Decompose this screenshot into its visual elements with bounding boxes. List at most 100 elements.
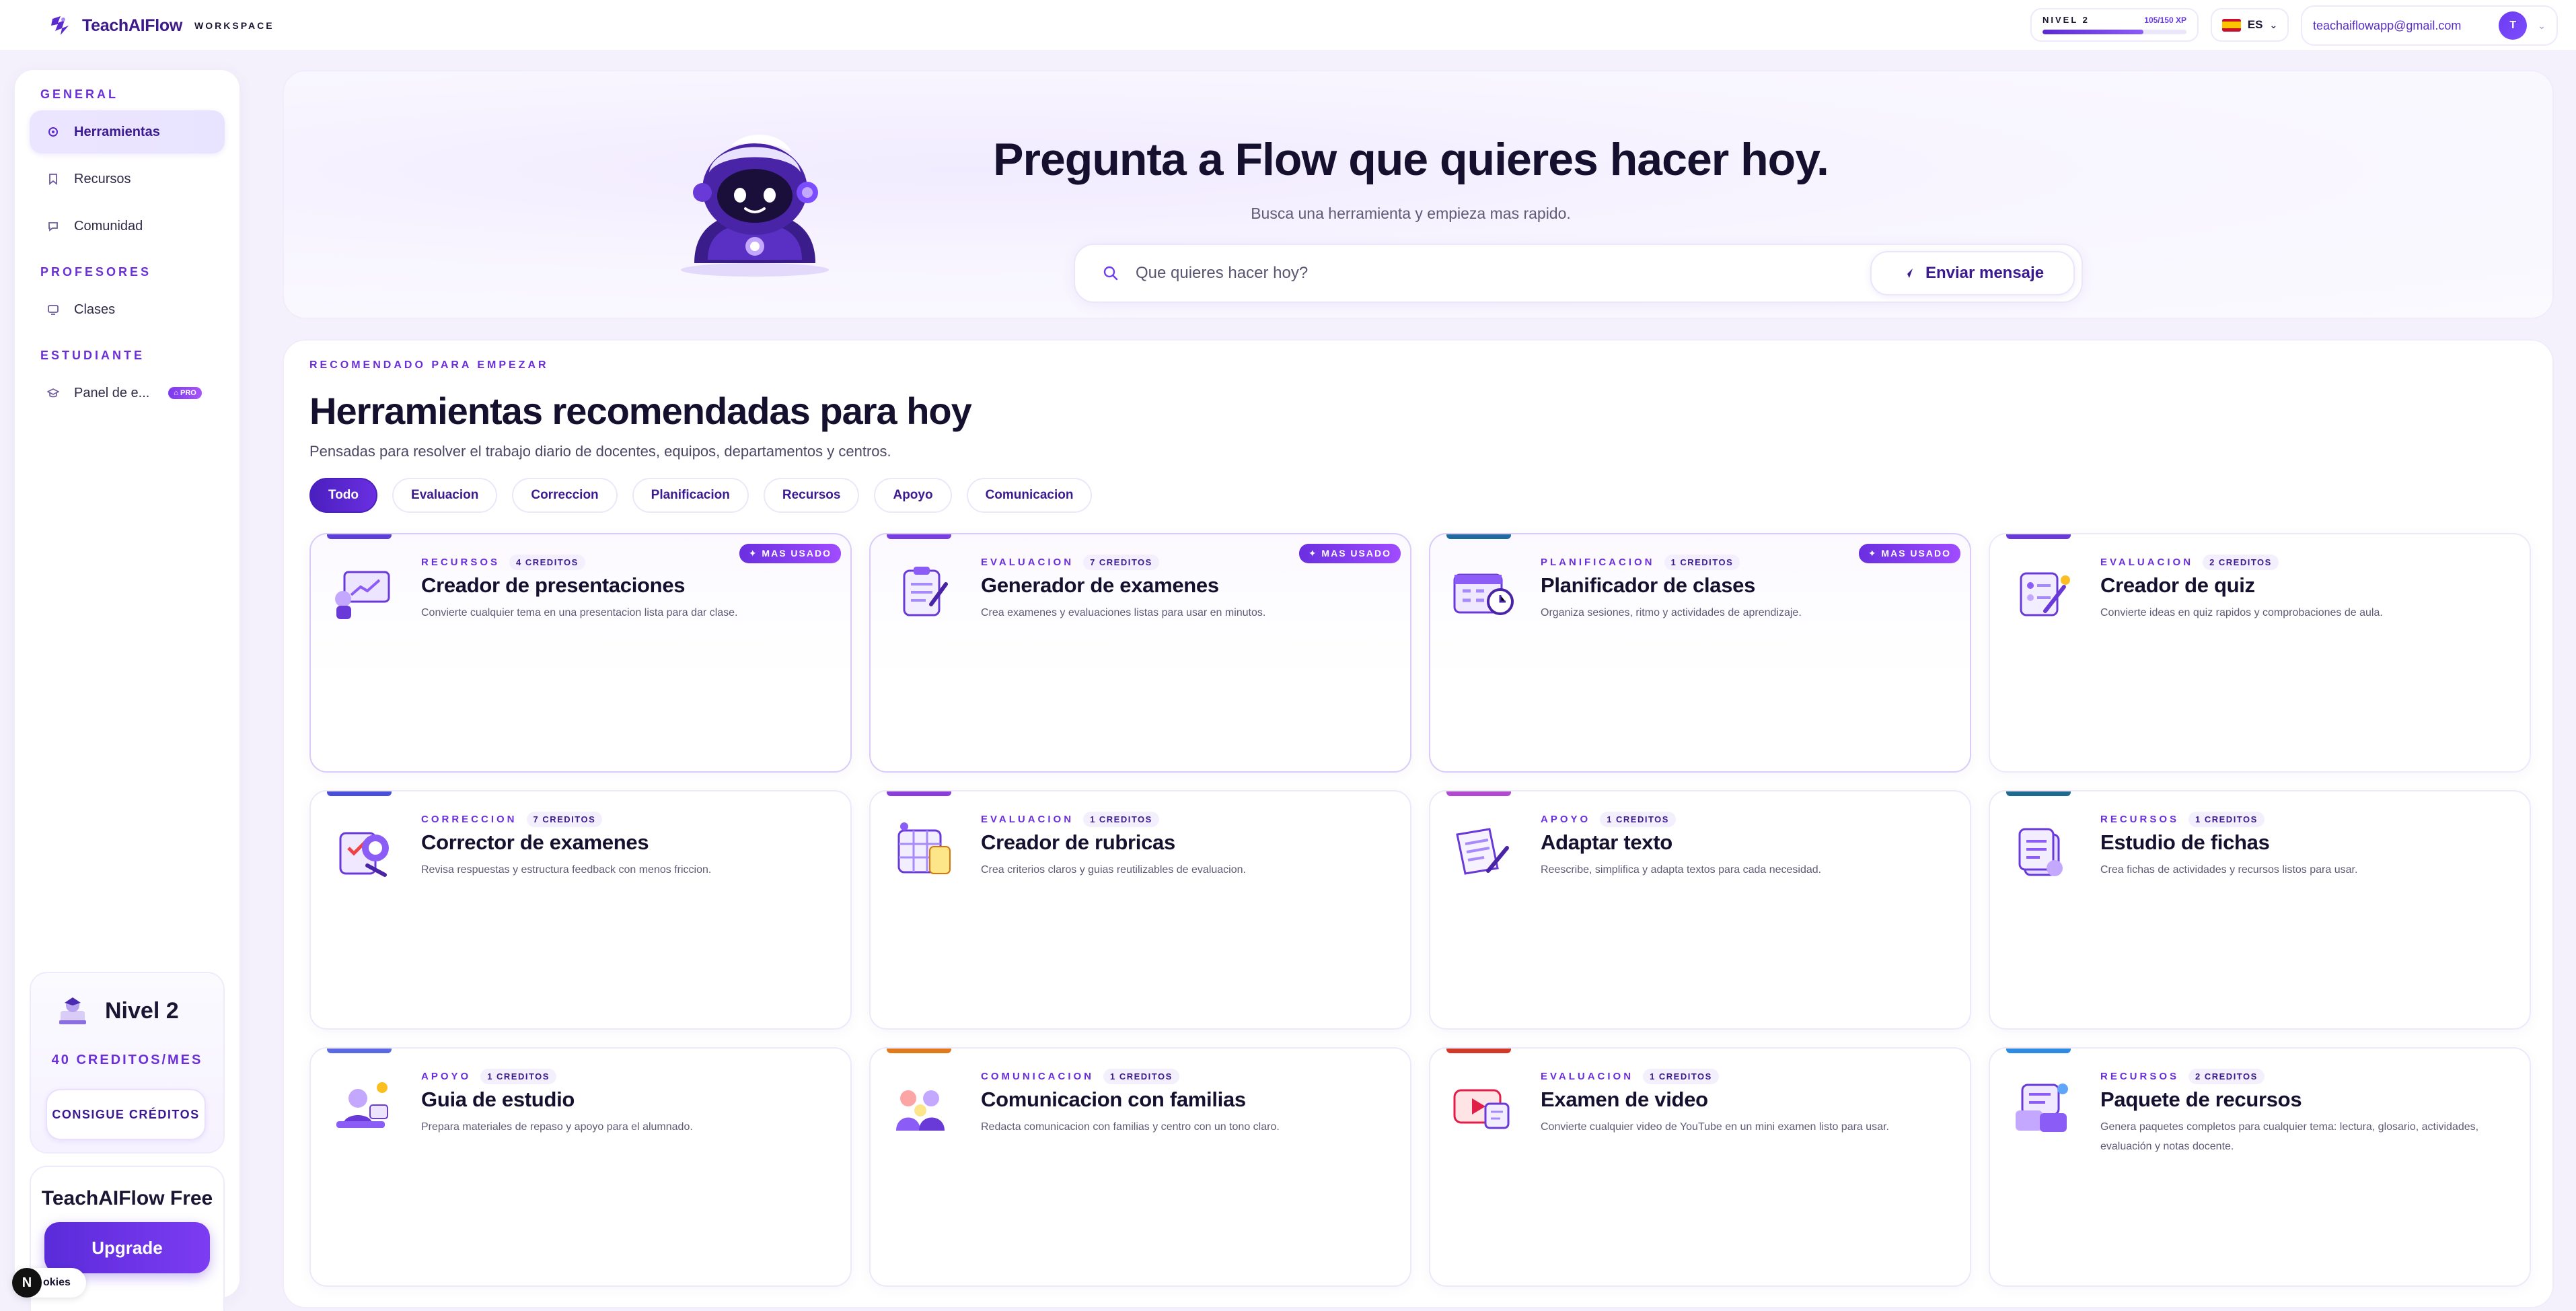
card-description: Reescribe, simplifica y adapta textos pa… (1541, 864, 1822, 876)
filter-chip-recursos[interactable]: Recursos (763, 478, 860, 513)
cookies-button[interactable]: N okies (12, 1268, 86, 1298)
card-credits: 7 CREDITOS (526, 812, 603, 827)
card-accent-bar (2006, 791, 2071, 796)
xp-progress-track (2043, 30, 2186, 34)
card-meta: EVALUACION 2 CREDITOS (2100, 555, 2279, 570)
card-category: EVALUACION (1541, 1071, 1634, 1082)
tool-card[interactable]: RECURSOS 4 CREDITOS Creador de presentacio… (309, 533, 852, 773)
section-label-profesores: PROFESORES (40, 265, 152, 279)
card-title: Corrector de examenes (421, 830, 649, 854)
card-credits: 1 CREDITOS (1664, 555, 1740, 570)
card-category: APOYO (421, 1071, 472, 1082)
card-meta: RECURSOS 2 CREDITOS (2100, 1069, 2265, 1084)
presentation-icon (335, 571, 390, 619)
card-accent-bar (887, 1049, 951, 1053)
graduation-cap-icon (47, 387, 59, 399)
card-accent-bar (327, 534, 392, 539)
filter-chip-correccion[interactable]: Correccion (512, 478, 618, 513)
most-used-badge: ✦ MAS USADO (1298, 544, 1401, 563)
card-accent-bar (887, 534, 951, 539)
sidebar-item-clases[interactable]: Clases (30, 288, 225, 331)
tool-card[interactable]: EVALUACION 1 CREDITOS Examen de video Convi… (1429, 1047, 1971, 1287)
tool-card[interactable]: EVALUACION 7 CREDITOS Generador de examene… (869, 533, 1411, 773)
card-title: Creador de quiz (2100, 573, 2255, 597)
cookies-label: okies (43, 1277, 71, 1288)
tool-card[interactable]: CORRECCION 7 CREDITOS Corrector de examene… (309, 790, 852, 1030)
tools-subtitle: Pensadas para resolver el trabajo diario… (309, 443, 891, 460)
card-category: EVALUACION (2100, 557, 2194, 568)
filter-chip-comunicacion[interactable]: Comunicacion (966, 478, 1093, 513)
level-progress[interactable]: NIVEL 2 105/150 XP (2030, 8, 2199, 42)
level-card-title: Nivel 2 (105, 997, 179, 1024)
card-description: Redacta comunicacion con familias y cent… (981, 1121, 1280, 1133)
send-arrow-icon (1903, 269, 1913, 278)
tool-cards-grid: RECURSOS 4 CREDITOS Creador de presentacio… (309, 533, 2531, 1287)
card-title: Estudio de fichas (2100, 830, 2270, 854)
upgrade-button[interactable]: Upgrade (44, 1222, 210, 1273)
card-accent-bar (887, 791, 951, 796)
filter-chip-planificacion[interactable]: Planificacion (632, 478, 749, 513)
card-accent-bar (1446, 791, 1511, 796)
card-meta: RECURSOS 1 CREDITOS (2100, 812, 2265, 827)
tool-card[interactable]: RECURSOS 1 CREDITOS Estudio de fichas Crea … (1989, 790, 2531, 1030)
card-meta: APOYO 1 CREDITOS (1541, 812, 1676, 827)
search-input[interactable] (1136, 264, 1870, 283)
tool-card[interactable]: COMUNICACION 1 CREDITOS Comunicacion con f… (869, 1047, 1411, 1287)
tool-card[interactable]: EVALUACION 1 CREDITOS Creador de rubricas C… (869, 790, 1411, 1030)
card-credits: 1 CREDITOS (1103, 1069, 1179, 1084)
card-title: Guia de estudio (421, 1088, 575, 1111)
card-credits: 1 CREDITOS (2188, 812, 2265, 827)
sidebar: GENERAL Herramientas Recursos Comunidad … (15, 70, 240, 1311)
sidebar-item-label: Panel de e... (74, 385, 150, 400)
card-title: Comunicacion con familias (981, 1088, 1246, 1111)
card-accent-bar (1446, 1049, 1511, 1053)
card-meta: EVALUACION 1 CREDITOS (981, 812, 1159, 827)
card-category: EVALUACION (981, 557, 1074, 568)
most-used-badge: ✦ MAS USADO (739, 544, 841, 563)
avatar: T (2499, 11, 2528, 40)
xp-progress-fill (2043, 30, 2143, 34)
sidebar-item-label: Clases (74, 302, 116, 317)
send-message-button[interactable]: Enviar mensaje (1870, 251, 2075, 295)
language-selector[interactable]: ES ⌄ (2211, 8, 2289, 42)
sparkle-gear-icon (47, 126, 59, 138)
tools-title: Herramientas recomendadas para hoy (309, 390, 972, 432)
card-description: Crea fichas de actividades y recursos li… (2100, 864, 2358, 876)
monitor-icon (47, 304, 59, 316)
card-title: Examen de video (1541, 1088, 1708, 1111)
sidebar-item-panel-estudiante[interactable]: Panel de e... ⌂ PRO (30, 371, 225, 415)
tool-card[interactable]: APOYO 1 CREDITOS Adaptar texto Reescribe, s… (1429, 790, 1971, 1030)
card-meta: EVALUACION 7 CREDITOS (981, 555, 1159, 570)
user-menu[interactable]: teachaiflowapp@gmail.com T ⌄ (2301, 5, 2558, 46)
card-category: EVALUACION (981, 814, 1074, 825)
card-credits: 4 CREDITOS (509, 555, 585, 570)
get-credits-button[interactable]: CONSIGUE CRÉDITOS (46, 1089, 206, 1140)
tool-card[interactable]: APOYO 1 CREDITOS Guia de estudio Prepara ma… (309, 1047, 852, 1287)
sidebar-item-label: Herramientas (74, 124, 160, 139)
language-code: ES (2247, 18, 2263, 31)
sidebar-item-label: Recursos (74, 171, 131, 186)
chevron-down-icon: ⌄ (2269, 19, 2278, 30)
sidebar-item-herramientas[interactable]: Herramientas (30, 110, 225, 153)
card-category: RECURSOS (2100, 1071, 2180, 1082)
calendar-clock-icon (1453, 573, 1514, 615)
tool-card[interactable]: EVALUACION 2 CREDITOS Creador de quiz Convi… (1989, 533, 2531, 773)
tool-card[interactable]: RECURSOS 2 CREDITOS Paquete de recursos Gen… (1989, 1047, 2531, 1287)
sidebar-item-comunidad[interactable]: Comunidad (30, 205, 225, 248)
filter-chip-evaluacion[interactable]: Evaluacion (392, 478, 498, 513)
card-description: Crea examenes y evaluaciones listas para… (981, 607, 1266, 618)
filter-chip-apoyo[interactable]: Apoyo (874, 478, 952, 513)
tool-card[interactable]: PLANIFICACION 1 CREDITOS Planificador de c… (1429, 533, 1971, 773)
card-credits: 2 CREDITOS (2203, 555, 2279, 570)
send-message-label: Enviar mensaje (1925, 264, 2045, 282)
card-meta: CORRECCION 7 CREDITOS (421, 812, 603, 827)
section-label-general: GENERAL (40, 87, 119, 101)
bookmark-icon (47, 173, 59, 185)
card-description: Genera paquetes completos para cualquier… (2100, 1121, 2479, 1152)
sidebar-item-recursos[interactable]: Recursos (30, 157, 225, 201)
hero-search-bar: Enviar mensaje (1074, 244, 2083, 303)
brand[interactable]: TeachAIFlow WORKSPACE (48, 13, 274, 38)
filter-chip-todo[interactable]: Todo (309, 478, 378, 513)
card-title: Planificador de clases (1541, 573, 1756, 597)
chevron-down-icon: ⌄ (2538, 20, 2546, 31)
